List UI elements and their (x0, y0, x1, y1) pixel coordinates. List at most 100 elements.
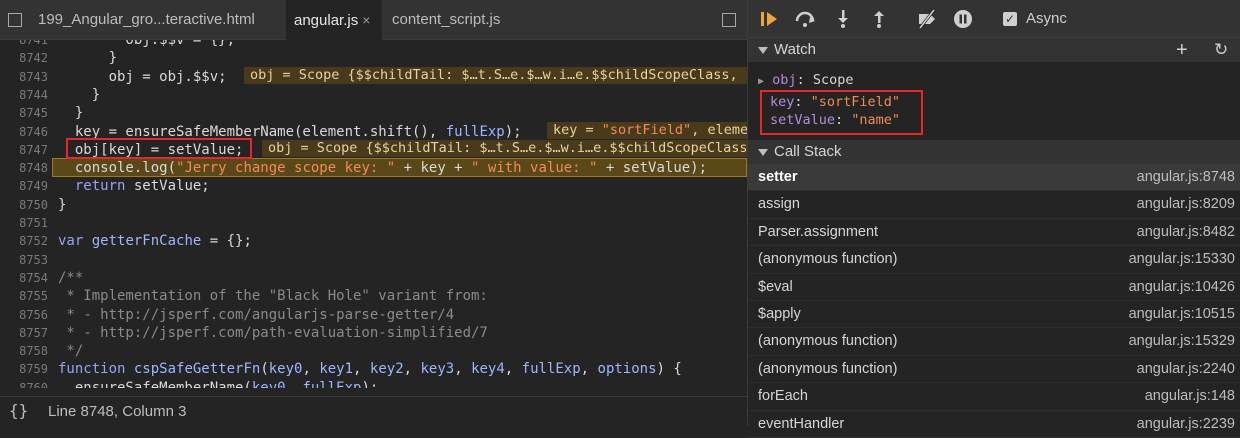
line-number[interactable]: 8758 (0, 342, 48, 360)
inline-string: "sortField" (601, 121, 692, 138)
frame-location[interactable]: angular.js:15330 (1129, 246, 1235, 273)
frame-location[interactable]: angular.js:8482 (1137, 219, 1235, 246)
collapse-triangle-icon (758, 46, 768, 54)
inline-text: , element = Array[0] (691, 121, 747, 138)
tab-label: 199_Angular_gro...teractive.html (38, 11, 255, 28)
code-line[interactable]: 8757 * - http://jsperf.com/path-evaluati… (0, 324, 747, 342)
async-checkbox[interactable]: ✓ (1003, 12, 1017, 26)
line-number[interactable]: 8755 (0, 287, 48, 305)
line-number[interactable]: 8749 (0, 177, 48, 195)
inline-text: obj = Scope {$$childTail: $…t.S…e.$…w.i…… (250, 66, 747, 83)
code-editor[interactable]: 8741 obj.$$v = {}; 8742 } 8743 obj = obj.$… (0, 40, 747, 388)
callstack-frame[interactable]: (anonymous function) angular.js:2240 (748, 356, 1240, 384)
line-number[interactable]: 8750 (0, 196, 48, 214)
line-number[interactable]: 8743 (0, 68, 48, 86)
frame-location[interactable]: angular.js:2239 (1137, 411, 1235, 438)
tab-content-script[interactable]: content_script.js (392, 0, 532, 40)
toggle-debugger-icon[interactable] (722, 13, 736, 27)
frame-location[interactable]: angular.js:8209 (1137, 191, 1235, 218)
line-source: console.log("Jerry change scope key: " +… (58, 160, 708, 177)
resume-icon[interactable] (758, 8, 780, 30)
code-line[interactable]: 8744 } (0, 86, 747, 104)
code-line[interactable]: 8754 /** (0, 269, 747, 287)
line-number[interactable]: 8753 (0, 251, 48, 269)
code-line[interactable]: 8755 * Implementation of the "Black Hole… (0, 287, 747, 305)
frame-location[interactable]: angular.js:148 (1145, 383, 1235, 410)
inline-text: obj = Scope {$$childTail: $…t.S…e.$…w.i…… (268, 140, 747, 156)
frame-location[interactable]: angular.js:8748 (1137, 164, 1235, 191)
add-watch-icon[interactable]: + (1176, 38, 1188, 62)
code-line[interactable]: 8752 var getterFnCache = {}; (0, 232, 747, 250)
line-source: } (58, 196, 67, 213)
callstack-frame[interactable]: (anonymous function) angular.js:15330 (748, 246, 1240, 274)
code-line[interactable]: 8760 ensureSafeMemberName(key0, fullExp)… (0, 379, 747, 388)
frame-location[interactable]: angular.js:15329 (1129, 328, 1235, 355)
code-line[interactable]: 8748 console.log("Jerry change scope key… (0, 159, 747, 177)
code-line[interactable]: 8751 (0, 214, 747, 232)
watch-title: Watch (774, 41, 816, 58)
cursor-position: Line 8748, Column 3 (48, 403, 187, 420)
code-line[interactable]: 8759 function cspSafeGetterFn(key0, key1,… (0, 360, 747, 378)
refresh-watch-icon[interactable]: ↻ (1214, 38, 1228, 62)
line-number[interactable]: 8754 (0, 269, 48, 287)
frame-function-name: setter (758, 169, 798, 185)
line-number[interactable]: 8747 (0, 141, 48, 159)
code-line[interactable]: 8750} (0, 196, 747, 214)
callstack-frame[interactable]: eventHandler angular.js:2239 (748, 411, 1240, 438)
callstack-frame[interactable]: $eval angular.js:10426 (748, 274, 1240, 301)
code-line[interactable]: 8756 * - http://jsperf.com/angularjs-par… (0, 306, 747, 324)
tab-html-file[interactable]: 199_Angular_gro...teractive.html (38, 0, 278, 40)
step-out-icon[interactable] (868, 8, 890, 30)
line-number[interactable]: 8760 (0, 379, 48, 388)
code-line[interactable]: 8753 (0, 251, 747, 269)
highlight-box-assignment (66, 138, 252, 159)
callstack-frame[interactable]: (anonymous function) angular.js:15329 (748, 328, 1240, 356)
line-number[interactable]: 8756 (0, 306, 48, 324)
code-line[interactable]: 8749 return setValue; (0, 177, 747, 195)
inline-text: key = (553, 121, 602, 138)
pretty-print-icon[interactable]: {} (9, 401, 28, 420)
line-number[interactable]: 8742 (0, 49, 48, 67)
callstack-frame[interactable]: $apply angular.js:10515 (748, 301, 1240, 329)
line-source: * Implementation of the "Black Hole" var… (58, 288, 488, 305)
callstack-frame[interactable]: setter angular.js:8748 (748, 164, 1240, 192)
watch-item-obj[interactable]: ▶ obj: Scope (758, 72, 853, 88)
line-source: } (58, 105, 84, 122)
close-tab-icon[interactable]: × (362, 12, 370, 28)
inline-value-obj-2: obj = Scope {$$childTail: $…t.S…e.$…w.i…… (262, 140, 747, 157)
line-number[interactable]: 8748 (0, 159, 48, 177)
line-source: /** (58, 269, 84, 286)
callstack-frame[interactable]: Parser.assignment angular.js:8482 (748, 219, 1240, 247)
code-line[interactable]: 8741 obj.$$v = {}; (0, 40, 747, 49)
line-number[interactable]: 8757 (0, 324, 48, 342)
code-line[interactable]: 8758 */ (0, 342, 747, 360)
line-number[interactable]: 8759 (0, 360, 48, 378)
step-into-icon[interactable] (832, 8, 854, 30)
tab-angular-js[interactable]: angular.js × (286, 0, 382, 40)
line-number[interactable]: 8752 (0, 232, 48, 250)
callstack-section-header[interactable]: Call Stack (748, 140, 1240, 164)
code-line[interactable]: 8745 } (0, 104, 747, 122)
frame-location[interactable]: angular.js:10426 (1129, 274, 1235, 301)
line-number[interactable]: 8746 (0, 123, 48, 141)
callstack-frame[interactable]: forEach angular.js:148 (748, 383, 1240, 411)
code-line[interactable]: 8742 } (0, 49, 747, 67)
watch-section-header[interactable]: Watch + ↻ (748, 38, 1240, 62)
step-over-icon[interactable] (794, 8, 816, 30)
deactivate-breakpoints-icon[interactable] (916, 8, 938, 30)
toggle-navigator-icon[interactable] (8, 13, 22, 27)
line-number[interactable]: 8744 (0, 86, 48, 104)
source-panel: 199_Angular_gro...teractive.html angular… (0, 0, 747, 427)
line-number[interactable]: 8751 (0, 214, 48, 232)
expand-triangle-icon[interactable]: ▶ (758, 76, 764, 87)
frame-function-name: (anonymous function) (758, 333, 898, 350)
line-number[interactable]: 8741 (0, 40, 48, 49)
frame-location[interactable]: angular.js:2240 (1137, 356, 1235, 383)
line-number[interactable]: 8745 (0, 104, 48, 122)
frame-location[interactable]: angular.js:10515 (1129, 301, 1235, 328)
line-source: } (58, 50, 118, 67)
callstack-frame[interactable]: assign angular.js:8209 (748, 191, 1240, 219)
status-bar: {} Line 8748, Column 3 (0, 396, 747, 427)
pause-on-exceptions-icon[interactable] (952, 8, 974, 30)
collapse-triangle-icon (758, 148, 768, 156)
